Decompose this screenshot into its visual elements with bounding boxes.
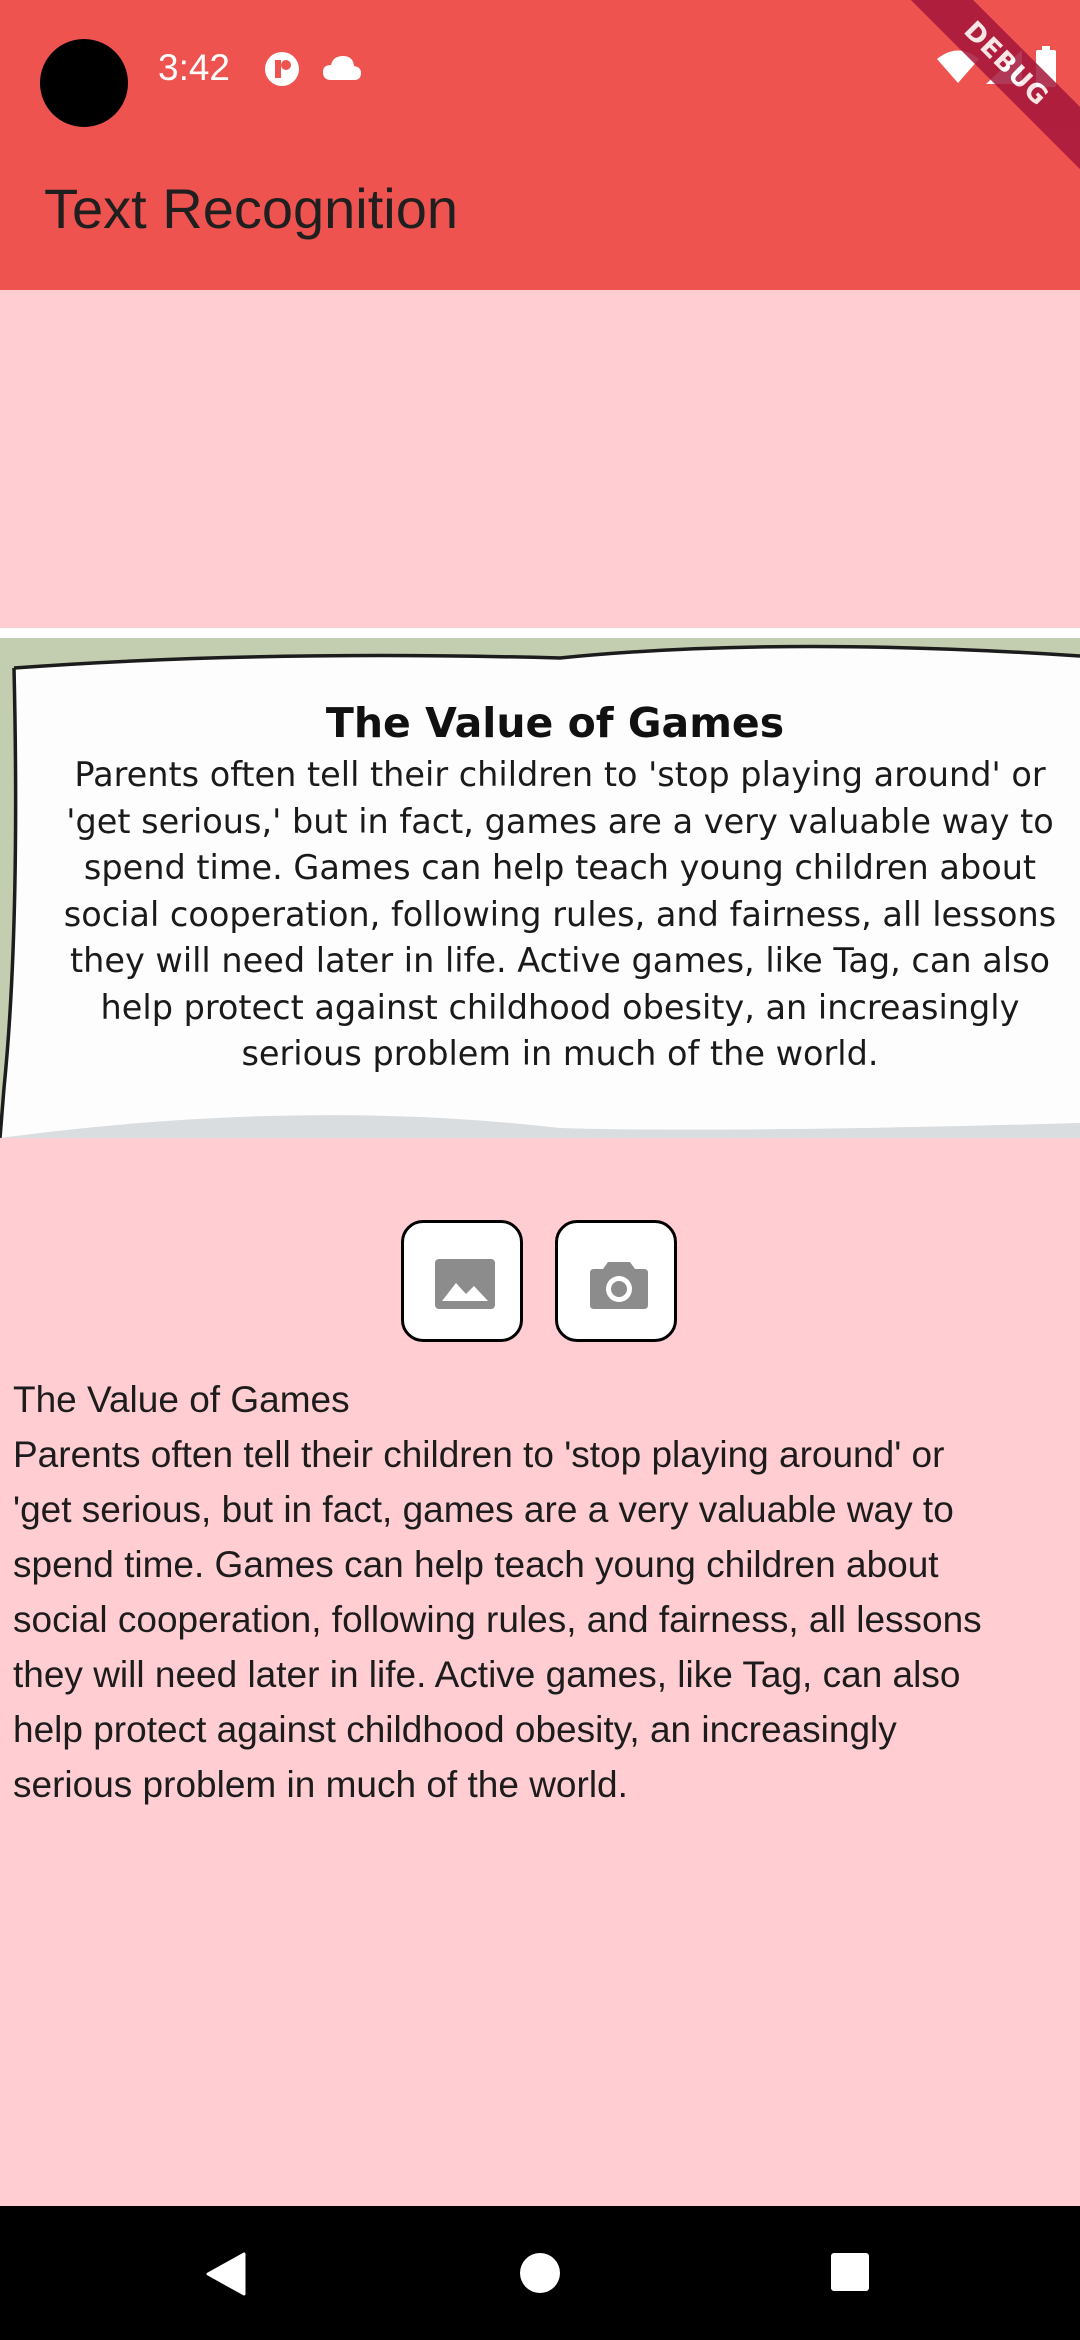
system-navigation-bar [0,2206,1080,2340]
recognized-text-line: spend time. Games can help teach young c… [13,1544,939,1585]
take-photo-button[interactable] [555,1220,677,1342]
image-text-body: Parents often tell their children to 'st… [40,752,1080,1078]
cloud-icon [323,56,361,80]
recents-icon[interactable] [830,2252,870,2292]
app-notification-icon [265,52,299,86]
image-text-line: Parents often tell their children to 'st… [74,755,1046,794]
status-time: 3:42 [158,47,231,88]
back-icon[interactable] [204,2252,246,2296]
status-bar: 3:42 [0,0,1080,140]
app-bar: 3:42 DEBUG Text Recognition [0,0,1080,290]
image-text-line: serious problem in much of the world. [241,1034,879,1073]
recognized-text-line: 'get serious, but in fact, games are a v… [13,1489,954,1530]
image-text-line: help protect against childhood obesity, … [100,987,1020,1027]
recognized-text-line: social cooperation, following rules, and… [13,1599,982,1640]
app-screen: 3:42 DEBUG Text Recognition The Value of… [0,0,1080,2340]
camera-icon [590,1262,648,1309]
image-text-line: spend time. Games can help teach young c… [83,848,1037,887]
selected-image-preview: The Value of Games Parents often tell th… [0,628,1080,1138]
image-text-line: social cooperation, following rules, and… [63,894,1057,934]
recognized-text-line: Parents often tell their children to 'st… [13,1434,945,1475]
image-icon [435,1259,495,1309]
recognized-text-line: serious problem in much of the world. [13,1764,628,1805]
home-icon[interactable] [519,2252,561,2294]
page-title: Text Recognition [44,177,459,240]
camera-cutout [40,39,128,127]
image-text-line: they will need later in life. Active gam… [69,941,1051,980]
image-text-line: 'get serious,' but in fact, games are a … [66,801,1054,841]
recognized-text: The Value of Games Parents often tell th… [13,1372,1073,1812]
image-text-title: The Value of Games [325,699,785,747]
recognized-text-line: they will need later in life. Active gam… [13,1654,961,1695]
recognized-text-line: The Value of Games [13,1379,350,1420]
pick-from-gallery-button[interactable] [401,1220,523,1342]
recognized-text-line: help protect against childhood obesity, … [13,1709,897,1750]
